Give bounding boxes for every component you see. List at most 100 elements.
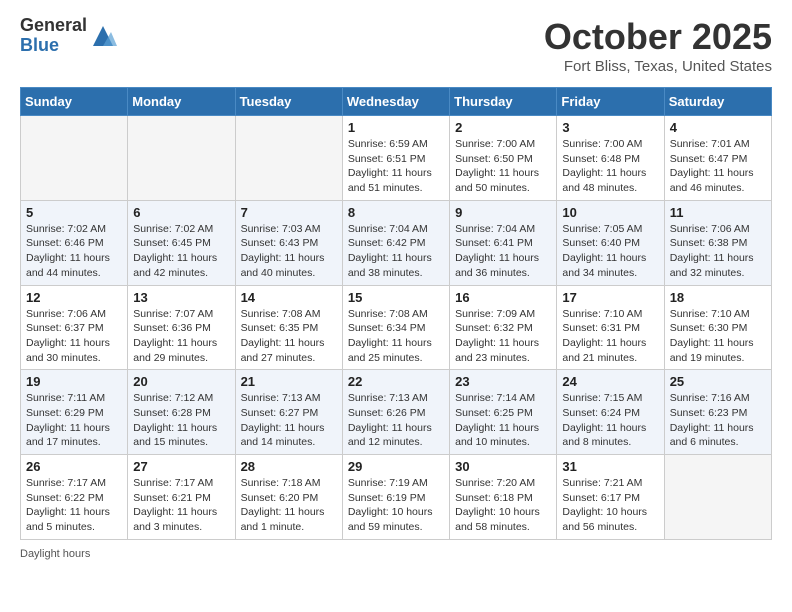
calendar-cell: 18 Sunrise: 7:10 AMSunset: 6:30 PMDayligh… bbox=[664, 285, 771, 370]
day-number: 16 bbox=[455, 290, 551, 305]
calendar-body: 1 Sunrise: 6:59 AMSunset: 6:51 PMDaylight… bbox=[21, 116, 772, 540]
calendar-cell: 6Sunrise: 7:02 AMSunset: 6:45 PMDaylight… bbox=[128, 200, 235, 285]
day-info: Sunrise: 7:01 AMSunset: 6:47 PMDaylight:… bbox=[670, 137, 766, 196]
calendar-cell: 9Sunrise: 7:04 AMSunset: 6:41 PMDaylight… bbox=[450, 200, 557, 285]
calendar-cell: 8 Sunrise: 7:04 AMSunset: 6:42 PMDaylight… bbox=[342, 200, 449, 285]
day-info: Sunrise: 7:06 AMSunset: 6:37 PMDaylight:… bbox=[26, 307, 122, 366]
day-number: 15 bbox=[348, 290, 444, 305]
day-info: Sunrise: 7:15 AMSunset: 6:24 PMDaylight:… bbox=[562, 391, 658, 450]
day-number: 11 bbox=[670, 205, 766, 220]
day-info: Sunrise: 7:17 AMSunset: 6:21 PMDaylight:… bbox=[133, 476, 229, 535]
calendar-cell: 5 Sunrise: 7:02 AMSunset: 6:46 PMDaylight… bbox=[21, 200, 128, 285]
day-number: 29 bbox=[348, 459, 444, 474]
calendar-cell: 16 Sunrise: 7:09 AMSunset: 6:32 PMDayligh… bbox=[450, 285, 557, 370]
day-info: Sunrise: 7:16 AMSunset: 6:23 PMDaylight:… bbox=[670, 391, 766, 450]
weekday-header-cell: Sunday bbox=[21, 88, 128, 116]
day-info: Sunrise: 7:10 AMSunset: 6:30 PMDaylight:… bbox=[670, 307, 766, 366]
day-info: Sunrise: 7:04 AMSunset: 6:42 PMDaylight:… bbox=[348, 222, 444, 281]
logo-blue: Blue bbox=[20, 35, 59, 55]
day-number: 27 bbox=[133, 459, 229, 474]
day-number: 8 bbox=[348, 205, 444, 220]
day-number: 6 bbox=[133, 205, 229, 220]
calendar-cell: 7 Sunrise: 7:03 AMSunset: 6:43 PMDaylight… bbox=[235, 200, 342, 285]
footer: Daylight hours bbox=[20, 548, 772, 560]
day-info: Sunrise: 7:08 AMSunset: 6:34 PMDaylight:… bbox=[348, 307, 444, 366]
day-info: Sunrise: 6:59 AMSunset: 6:51 PMDaylight:… bbox=[348, 137, 444, 196]
day-info: Sunrise: 7:09 AMSunset: 6:32 PMDaylight:… bbox=[455, 307, 551, 366]
calendar-week-row: 12 Sunrise: 7:06 AMSunset: 6:37 PMDayligh… bbox=[21, 285, 772, 370]
day-number: 2 bbox=[455, 120, 551, 135]
calendar-cell: 17 Sunrise: 7:10 AMSunset: 6:31 PMDayligh… bbox=[557, 285, 664, 370]
calendar-cell: 23Sunrise: 7:14 AMSunset: 6:25 PMDayligh… bbox=[450, 370, 557, 455]
calendar-cell: 4 Sunrise: 7:01 AMSunset: 6:47 PMDaylight… bbox=[664, 116, 771, 201]
weekday-header-cell: Friday bbox=[557, 88, 664, 116]
day-number: 22 bbox=[348, 374, 444, 389]
day-number: 17 bbox=[562, 290, 658, 305]
day-number: 20 bbox=[133, 374, 229, 389]
calendar-cell: 26 Sunrise: 7:17 AMSunset: 6:22 PMDayligh… bbox=[21, 455, 128, 540]
calendar-week-row: 19 Sunrise: 7:11 AMSunset: 6:29 PMDayligh… bbox=[21, 370, 772, 455]
calendar-cell: 3 Sunrise: 7:00 AMSunset: 6:48 PMDaylight… bbox=[557, 116, 664, 201]
day-info: Sunrise: 7:13 AMSunset: 6:27 PMDaylight:… bbox=[241, 391, 337, 450]
day-number: 24 bbox=[562, 374, 658, 389]
weekday-header-cell: Wednesday bbox=[342, 88, 449, 116]
calendar-cell: 22Sunrise: 7:13 AMSunset: 6:26 PMDayligh… bbox=[342, 370, 449, 455]
day-number: 13 bbox=[133, 290, 229, 305]
day-number: 12 bbox=[26, 290, 122, 305]
day-number: 28 bbox=[241, 459, 337, 474]
day-number: 3 bbox=[562, 120, 658, 135]
calendar-cell: 20Sunrise: 7:12 AMSunset: 6:28 PMDayligh… bbox=[128, 370, 235, 455]
day-number: 10 bbox=[562, 205, 658, 220]
weekday-header-cell: Monday bbox=[128, 88, 235, 116]
day-number: 5 bbox=[26, 205, 122, 220]
day-info: Sunrise: 7:18 AMSunset: 6:20 PMDaylight:… bbox=[241, 476, 337, 535]
weekday-header-cell: Saturday bbox=[664, 88, 771, 116]
calendar-cell bbox=[235, 116, 342, 201]
day-info: Sunrise: 7:20 AMSunset: 6:18 PMDaylight:… bbox=[455, 476, 551, 535]
calendar-table: SundayMondayTuesdayWednesdayThursdayFrid… bbox=[20, 87, 772, 540]
day-info: Sunrise: 7:07 AMSunset: 6:36 PMDaylight:… bbox=[133, 307, 229, 366]
day-number: 7 bbox=[241, 205, 337, 220]
header: General Blue October 2025 Fort Bliss, Te… bbox=[20, 16, 772, 75]
day-info: Sunrise: 7:02 AMSunset: 6:46 PMDaylight:… bbox=[26, 222, 122, 281]
calendar-cell: 10 Sunrise: 7:05 AMSunset: 6:40 PMDayligh… bbox=[557, 200, 664, 285]
day-number: 21 bbox=[241, 374, 337, 389]
calendar-cell: 28 Sunrise: 7:18 AMSunset: 6:20 PMDayligh… bbox=[235, 455, 342, 540]
calendar-cell bbox=[128, 116, 235, 201]
day-info: Sunrise: 7:05 AMSunset: 6:40 PMDaylight:… bbox=[562, 222, 658, 281]
calendar-cell: 24 Sunrise: 7:15 AMSunset: 6:24 PMDayligh… bbox=[557, 370, 664, 455]
day-number: 19 bbox=[26, 374, 122, 389]
day-number: 31 bbox=[562, 459, 658, 474]
calendar-cell: 14Sunrise: 7:08 AMSunset: 6:35 PMDayligh… bbox=[235, 285, 342, 370]
day-number: 23 bbox=[455, 374, 551, 389]
calendar-cell: 2Sunrise: 7:00 AMSunset: 6:50 PMDaylight… bbox=[450, 116, 557, 201]
day-number: 18 bbox=[670, 290, 766, 305]
weekday-header-row: SundayMondayTuesdayWednesdayThursdayFrid… bbox=[21, 88, 772, 116]
title-block: October 2025 Fort Bliss, Texas, United S… bbox=[544, 16, 772, 75]
calendar-cell: 30 Sunrise: 7:20 AMSunset: 6:18 PMDayligh… bbox=[450, 455, 557, 540]
day-info: Sunrise: 7:04 AMSunset: 6:41 PMDaylight:… bbox=[455, 222, 551, 281]
weekday-header-cell: Thursday bbox=[450, 88, 557, 116]
day-number: 14 bbox=[241, 290, 337, 305]
calendar-cell: 19 Sunrise: 7:11 AMSunset: 6:29 PMDayligh… bbox=[21, 370, 128, 455]
day-info: Sunrise: 7:10 AMSunset: 6:31 PMDaylight:… bbox=[562, 307, 658, 366]
day-number: 1 bbox=[348, 120, 444, 135]
day-info: Sunrise: 7:06 AMSunset: 6:38 PMDaylight:… bbox=[670, 222, 766, 281]
day-number: 30 bbox=[455, 459, 551, 474]
calendar-week-row: 5 Sunrise: 7:02 AMSunset: 6:46 PMDaylight… bbox=[21, 200, 772, 285]
calendar-week-row: 26 Sunrise: 7:17 AMSunset: 6:22 PMDayligh… bbox=[21, 455, 772, 540]
day-info: Sunrise: 7:03 AMSunset: 6:43 PMDaylight:… bbox=[241, 222, 337, 281]
calendar-cell: 25Sunrise: 7:16 AMSunset: 6:23 PMDayligh… bbox=[664, 370, 771, 455]
day-number: 26 bbox=[26, 459, 122, 474]
calendar-cell: 29Sunrise: 7:19 AMSunset: 6:19 PMDayligh… bbox=[342, 455, 449, 540]
calendar-cell: 11 Sunrise: 7:06 AMSunset: 6:38 PMDayligh… bbox=[664, 200, 771, 285]
calendar-cell: 31Sunrise: 7:21 AMSunset: 6:17 PMDayligh… bbox=[557, 455, 664, 540]
logo-general: General bbox=[20, 15, 87, 35]
day-number: 4 bbox=[670, 120, 766, 135]
day-info: Sunrise: 7:17 AMSunset: 6:22 PMDaylight:… bbox=[26, 476, 122, 535]
calendar-cell: 13 Sunrise: 7:07 AMSunset: 6:36 PMDayligh… bbox=[128, 285, 235, 370]
month-title: October 2025 bbox=[544, 16, 772, 58]
calendar-cell: 27 Sunrise: 7:17 AMSunset: 6:21 PMDayligh… bbox=[128, 455, 235, 540]
day-info: Sunrise: 7:00 AMSunset: 6:48 PMDaylight:… bbox=[562, 137, 658, 196]
day-info: Sunrise: 7:11 AMSunset: 6:29 PMDaylight:… bbox=[26, 391, 122, 450]
